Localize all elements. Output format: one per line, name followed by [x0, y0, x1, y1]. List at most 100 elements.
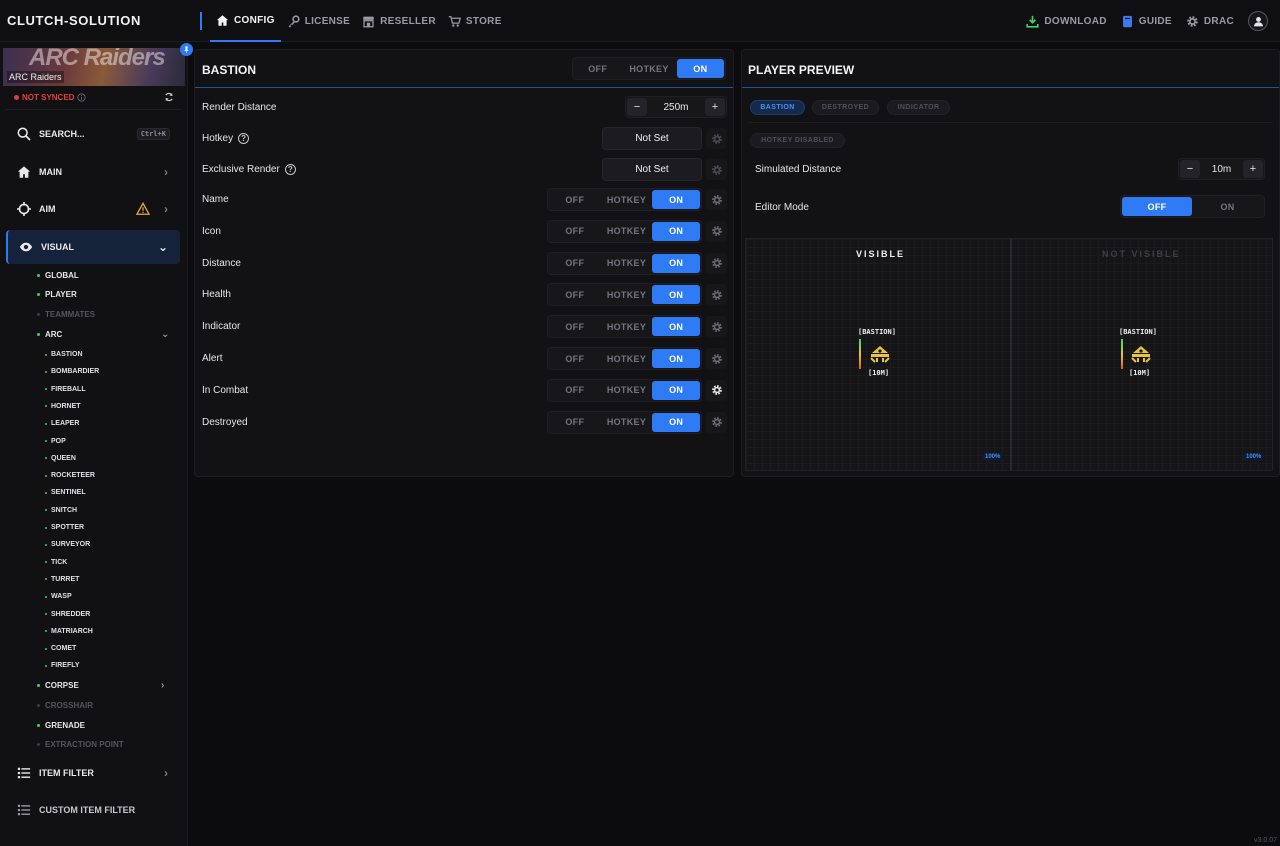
alert-settings-button[interactable]: [706, 348, 727, 369]
exclusive-render-picker[interactable]: Not Set: [602, 158, 702, 181]
chip-destroyed[interactable]: DESTROYED: [812, 100, 879, 115]
toggle-hotkey[interactable]: HOTKEY: [601, 413, 653, 432]
toggle-on[interactable]: ON: [652, 412, 700, 432]
arc-item-leaper[interactable]: LEAPER: [45, 420, 79, 427]
arc-item-surveyor[interactable]: SURVEYOR: [45, 541, 90, 548]
editor-mode-off[interactable]: OFF: [1122, 197, 1192, 216]
toggle-off[interactable]: OFF: [574, 59, 621, 78]
toggle-off[interactable]: OFF: [549, 254, 601, 273]
chip-bastion[interactable]: BASTION: [750, 100, 805, 115]
toggle-hotkey[interactable]: HOTKEY: [601, 349, 653, 368]
user-menu[interactable]: DRAC: [1186, 0, 1234, 42]
tab-config[interactable]: CONFIG: [210, 0, 281, 42]
toggle-off[interactable]: OFF: [549, 349, 601, 368]
toggle-hotkey[interactable]: HOTKEY: [601, 190, 653, 209]
toggle-hotkey[interactable]: HOTKEY: [601, 317, 653, 336]
distance-settings-button[interactable]: [706, 252, 727, 274]
distance-toggle[interactable]: OFF HOTKEY ON: [547, 251, 702, 275]
toggle-off[interactable]: OFF: [549, 317, 601, 336]
toggle-on[interactable]: ON: [652, 221, 700, 241]
toggle-hotkey[interactable]: HOTKEY: [601, 381, 653, 400]
arc-item-spotter[interactable]: SPOTTER: [45, 524, 84, 531]
decrement-button[interactable]: −: [1180, 160, 1200, 178]
tab-license[interactable]: LICENSE: [281, 0, 356, 42]
toggle-on[interactable]: ON: [652, 285, 700, 305]
simulated-distance-stepper[interactable]: − 10m +: [1178, 158, 1265, 180]
toggle-on[interactable]: ON: [652, 190, 700, 209]
toggle-hotkey[interactable]: HOTKEY: [621, 59, 676, 78]
destroyed-settings-button[interactable]: [706, 411, 727, 433]
toggle-off[interactable]: OFF: [549, 381, 601, 400]
in-combat-toggle[interactable]: OFF HOTKEY ON: [547, 378, 702, 402]
editor-mode-on[interactable]: ON: [1192, 197, 1263, 216]
toggle-hotkey[interactable]: HOTKEY: [601, 222, 653, 241]
guide-button[interactable]: GUIDE: [1121, 0, 1172, 42]
sidebar-item-visual[interactable]: VISUAL ⌄: [6, 230, 180, 264]
name-settings-button[interactable]: [706, 189, 727, 210]
arc-item-pop[interactable]: POP: [45, 438, 66, 445]
toggle-off[interactable]: OFF: [549, 413, 601, 432]
arc-item-rocketeer[interactable]: ROCKETEER: [45, 472, 95, 479]
hotkey-picker[interactable]: Not Set: [602, 127, 702, 150]
info-icon[interactable]: [77, 92, 87, 102]
arc-item-bombardier[interactable]: BOMBARDIER: [45, 368, 99, 375]
sidebar-item-item-filter[interactable]: ITEM FILTER ›: [6, 756, 180, 790]
sidebar-item-custom-item-filter[interactable]: CUSTOM ITEM FILTER: [6, 793, 180, 827]
sidebar-sub-teammates[interactable]: TEAMMATES: [37, 310, 95, 319]
arc-item-tick[interactable]: TICK: [45, 559, 67, 566]
hotkey-settings-button[interactable]: [706, 128, 727, 149]
chip-indicator[interactable]: INDICATOR: [887, 100, 950, 115]
icon-toggle[interactable]: OFF HOTKEY ON: [547, 219, 702, 243]
arc-item-bastion[interactable]: BASTION: [45, 351, 83, 358]
sidebar-sub-grenade[interactable]: GRENADE: [37, 721, 85, 730]
alert-toggle[interactable]: OFF HOTKEY ON: [547, 347, 702, 370]
sidebar-sub-crosshair[interactable]: CROSSHAIR: [37, 701, 93, 710]
arc-item-wasp[interactable]: WASP: [45, 593, 72, 600]
download-button[interactable]: DOWNLOAD: [1026, 0, 1106, 42]
arc-item-snitch[interactable]: SNITCH: [45, 507, 77, 514]
indicator-settings-button[interactable]: [706, 316, 727, 338]
exclusive-render-settings-button[interactable]: [706, 159, 727, 180]
arc-item-turret[interactable]: TURRET: [45, 576, 79, 583]
health-toggle[interactable]: OFF HOTKEY ON: [547, 283, 702, 307]
arc-item-matriarch[interactable]: MATRIARCH: [45, 628, 93, 635]
help-icon[interactable]: ?: [238, 133, 250, 144]
avatar[interactable]: [1248, 11, 1268, 31]
decrement-button[interactable]: −: [627, 98, 647, 116]
toggle-hotkey[interactable]: HOTKEY: [601, 254, 653, 273]
render-distance-stepper[interactable]: − 250m +: [625, 96, 727, 118]
arc-item-fireball[interactable]: FIREBALL: [45, 386, 86, 393]
help-icon[interactable]: ?: [284, 164, 296, 175]
health-settings-button[interactable]: [706, 284, 727, 306]
sidebar-sub-corpse[interactable]: CORPSE ›: [37, 680, 164, 691]
indicator-toggle[interactable]: OFF HOTKEY ON: [547, 315, 702, 339]
arc-item-hornet[interactable]: HORNET: [45, 403, 81, 410]
toggle-on[interactable]: ON: [676, 59, 725, 78]
refresh-icon[interactable]: [164, 92, 174, 102]
toggle-off[interactable]: OFF: [549, 285, 601, 304]
toggle-on[interactable]: ON: [652, 253, 700, 273]
sidebar-item-main[interactable]: MAIN ›: [6, 155, 180, 189]
in-combat-settings-button[interactable]: [706, 379, 727, 401]
pin-button[interactable]: [180, 43, 193, 56]
tab-reseller[interactable]: RESELLER: [356, 0, 442, 42]
arc-item-firefly[interactable]: FIREFLY: [45, 662, 80, 669]
arc-item-sentinel[interactable]: SENTINEL: [45, 489, 86, 496]
name-toggle[interactable]: OFF HOTKEY ON: [547, 188, 702, 211]
sidebar-sub-extraction-point[interactable]: EXTRACTION POINT: [37, 740, 124, 749]
arc-item-queen[interactable]: QUEEN: [45, 455, 76, 462]
increment-button[interactable]: +: [1243, 160, 1263, 178]
esp-preview-canvas[interactable]: VISIBLE NOT VISIBLE [BASTION] [10M] 100%…: [745, 238, 1273, 471]
toggle-off[interactable]: OFF: [549, 190, 601, 209]
toggle-on[interactable]: ON: [652, 317, 700, 337]
sidebar-item-aim[interactable]: AIM ›: [6, 192, 180, 226]
toggle-on[interactable]: ON: [652, 380, 700, 400]
tab-store[interactable]: STORE: [442, 0, 508, 42]
icon-settings-button[interactable]: [706, 220, 727, 242]
destroyed-toggle[interactable]: OFF HOTKEY ON: [547, 410, 702, 434]
arc-item-shredder[interactable]: SHREDDER: [45, 611, 90, 618]
game-banner[interactable]: ARC Raiders ARC Raiders: [3, 48, 185, 86]
toggle-hotkey[interactable]: HOTKEY: [601, 285, 653, 304]
sidebar-sub-global[interactable]: GLOBAL: [37, 271, 79, 280]
sidebar-sub-player[interactable]: PLAYER: [37, 290, 77, 299]
